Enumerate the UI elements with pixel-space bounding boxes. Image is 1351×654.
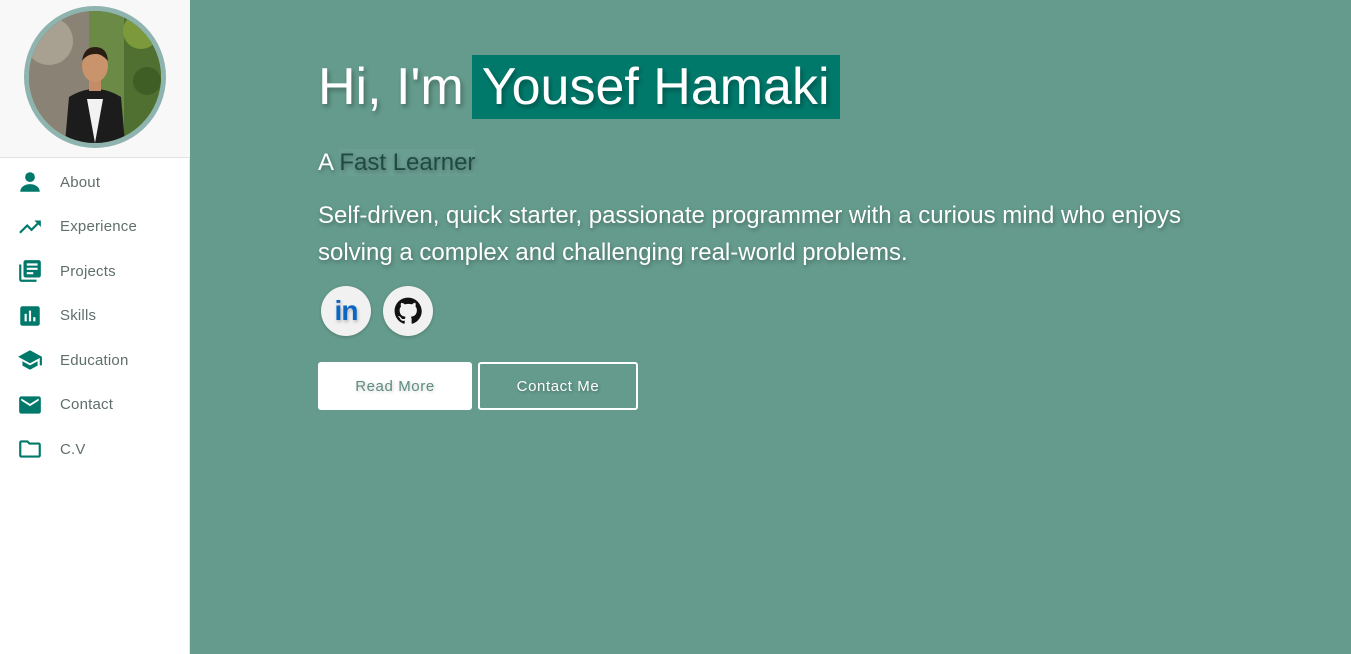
- profile-photo: [29, 10, 161, 143]
- sidebar-item-experience[interactable]: Experience: [0, 205, 189, 250]
- contact-me-button[interactable]: Contact Me: [478, 362, 638, 410]
- hero-subtitle: A Fast Learner: [318, 149, 1218, 177]
- sidebar-item-label: Skills: [60, 307, 97, 325]
- sidebar-item-contact[interactable]: Contact: [0, 383, 189, 428]
- social-links: in: [321, 286, 1218, 336]
- avatar-container: [0, 0, 190, 158]
- github-icon: [394, 297, 422, 324]
- mail-icon: [17, 392, 43, 418]
- bar-chart-icon: [17, 303, 43, 329]
- avatar: [24, 5, 166, 148]
- sidebar-item-label: Education: [60, 351, 129, 369]
- hero-section: Hi, I'm Yousef Hamaki A Fast Learner Self…: [190, 0, 1351, 654]
- sidebar-item-projects[interactable]: Projects: [0, 249, 189, 294]
- hero-greeting: Hi, I'm: [318, 58, 464, 116]
- sidebar-nav: About Experience Projects Skills Educati…: [0, 158, 189, 472]
- trending-up-icon: [17, 214, 43, 240]
- graduation-cap-icon: [17, 347, 43, 373]
- sidebar-item-skills[interactable]: Skills: [0, 294, 189, 339]
- sidebar-item-label: C.V: [60, 440, 86, 458]
- library-books-icon: [17, 258, 43, 284]
- subtitle-highlight: Fast Learner: [339, 149, 476, 176]
- sidebar-item-label: Contact: [60, 396, 114, 414]
- sidebar-item-about[interactable]: About: [0, 160, 189, 205]
- subtitle-prefix: A: [318, 149, 333, 176]
- hero-description: Self-driven, quick starter, passionate p…: [318, 202, 1182, 266]
- sidebar-item-cv[interactable]: C.V: [0, 427, 189, 472]
- github-button[interactable]: [383, 286, 433, 336]
- sidebar-item-label: About: [60, 173, 101, 191]
- linkedin-icon: in: [334, 295, 359, 326]
- hero-content: Hi, I'm Yousef Hamaki A Fast Learner Self…: [318, 55, 1218, 410]
- linkedin-button[interactable]: in: [321, 286, 371, 336]
- sidebar-item-label: Experience: [60, 218, 138, 236]
- folder-icon: [17, 436, 43, 462]
- person-icon: [17, 169, 43, 195]
- sidebar-item-education[interactable]: Education: [0, 338, 189, 383]
- hero-name: Yousef Hamaki: [471, 55, 840, 119]
- sidebar-item-label: Projects: [60, 262, 116, 280]
- read-more-button[interactable]: Read More: [318, 362, 472, 410]
- hero-actions: Read More Contact Me: [318, 362, 1218, 410]
- hero-title: Hi, I'm Yousef Hamaki: [318, 55, 1218, 119]
- sidebar: About Experience Projects Skills Educati…: [0, 0, 190, 654]
